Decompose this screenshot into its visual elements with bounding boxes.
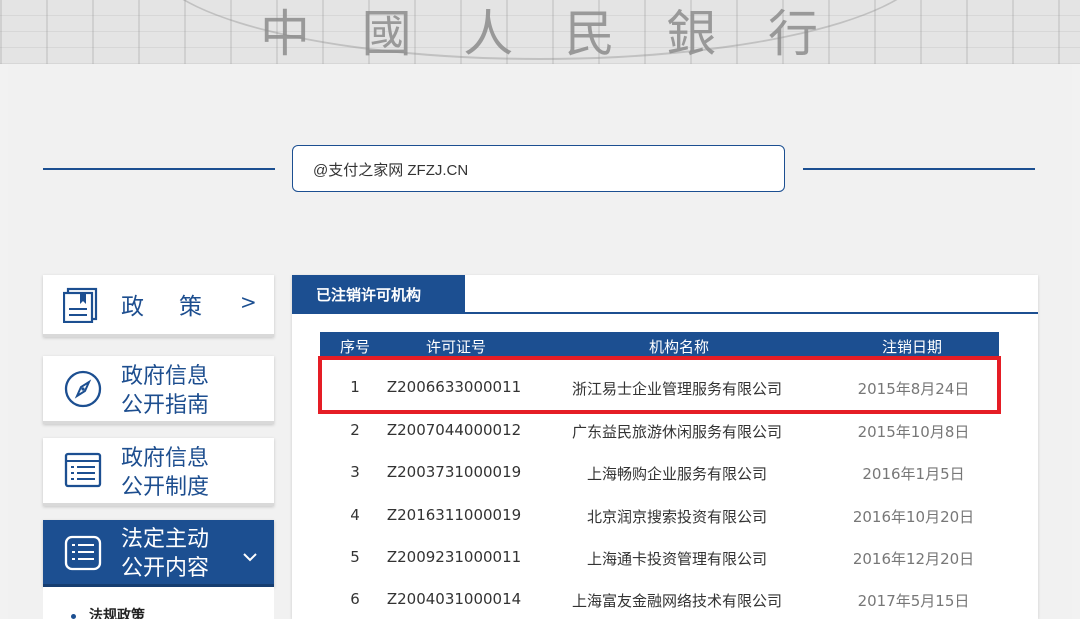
- row-license: Z2016311000019: [386, 506, 522, 524]
- row-name: 北京润京搜索投资有限公司: [586, 508, 767, 526]
- highlight-box: [318, 356, 1001, 414]
- row-no: 3: [350, 463, 360, 481]
- sidebar-item-label-line1: 政府信息: [121, 446, 210, 471]
- sidebar-item-policy[interactable]: 政 策 >: [43, 275, 274, 337]
- search-divider-right: [803, 168, 1035, 170]
- sidebar-item-label-line1: 政府信息: [121, 364, 210, 389]
- row-date: 2016年12月20日: [852, 550, 975, 568]
- table-row[interactable]: 4 Z2016311000019 北京润京搜索投资有限公司 2016年10月20…: [320, 496, 999, 536]
- sidebar-item-label-line2: 公开制度: [121, 475, 210, 500]
- column-header-date: 注销日期: [881, 338, 942, 356]
- row-no: 6: [350, 590, 360, 608]
- banner-char: 銀: [666, 5, 719, 63]
- row-name: 广东益民旅游休闲服务有限公司: [571, 423, 782, 441]
- row-no: 4: [350, 506, 360, 524]
- row-name: 上海畅购企业服务有限公司: [586, 465, 767, 483]
- banner-char: 民: [564, 5, 617, 63]
- row-license: Z2007044000012: [386, 421, 522, 439]
- banner-char: 行: [767, 5, 820, 63]
- row-name: 上海通卡投资管理有限公司: [586, 550, 767, 568]
- sidebar-subitem-regulations[interactable]: 法规政策: [43, 587, 274, 619]
- row-no: 5: [350, 548, 360, 566]
- row-license: Z2004031000014: [386, 590, 522, 608]
- banner-char: 國: [361, 5, 414, 63]
- column-header-name: 机构名称: [648, 338, 709, 356]
- document-list-icon: [63, 450, 103, 494]
- search-input[interactable]: [313, 158, 693, 180]
- banner-calligraphy: 中 國 人 民 銀 行: [260, 0, 820, 64]
- sidebar-item-guide[interactable]: 政府信息 公开指南: [43, 356, 274, 424]
- column-header-no: 序号: [339, 338, 370, 356]
- tab-revoked-institutions[interactable]: 已注销许可机构: [292, 275, 465, 313]
- sidebar-item-label-line2: 公开内容: [121, 556, 210, 581]
- banner-char: 中: [260, 5, 312, 63]
- sidebar-item-label-line2: 公开指南: [121, 393, 210, 418]
- sidebar-subitem-label: 法规政策: [89, 608, 145, 619]
- column-header-license: 许可证号: [425, 338, 486, 356]
- header-banner: 中 國 人 民 銀 行: [0, 0, 1080, 64]
- table-row[interactable]: 2 Z2007044000012 广东益民旅游休闲服务有限公司 2015年10月…: [320, 411, 999, 451]
- chevron-down-icon: [242, 547, 258, 566]
- sidebar-item-label-line1: 法定主动: [121, 527, 210, 552]
- row-date: 2016年10月20日: [852, 508, 975, 526]
- chevron-right-icon: >: [240, 290, 257, 314]
- compass-icon: [63, 369, 103, 413]
- sidebar-item-system[interactable]: 政府信息 公开制度: [43, 438, 274, 506]
- row-no: 2: [350, 421, 360, 439]
- sidebar-item-statutory[interactable]: 法定主动 公开内容: [43, 520, 274, 587]
- table-row[interactable]: 5 Z2009231000011 上海通卡投资管理有限公司 2016年12月20…: [320, 538, 999, 578]
- search-divider-left: [43, 168, 275, 170]
- table-row[interactable]: 6 Z2004031000014 上海富友金融网络技术有限公司 2017年5月1…: [320, 580, 999, 619]
- search-box[interactable]: [292, 145, 785, 192]
- table-header: 序号 许可证号 机构名称 注销日期: [320, 332, 999, 358]
- row-license: Z2003731000019: [386, 463, 522, 481]
- banner-char: 人: [463, 5, 516, 63]
- row-license: Z2009231000011: [386, 548, 522, 566]
- tab-underline: [292, 312, 1038, 314]
- row-date: 2016年1月5日: [862, 465, 965, 483]
- document-list-icon: [63, 533, 103, 577]
- row-date: 2017年5月15日: [857, 592, 970, 610]
- book-icon: [62, 287, 101, 327]
- bullet-icon: [71, 614, 76, 619]
- table-row[interactable]: 3 Z2003731000019 上海畅购企业服务有限公司 2016年1月5日: [320, 453, 999, 493]
- sidebar-item-label: 政 策: [121, 294, 208, 320]
- row-name: 上海富友金融网络技术有限公司: [571, 592, 782, 610]
- row-date: 2015年10月8日: [857, 423, 970, 441]
